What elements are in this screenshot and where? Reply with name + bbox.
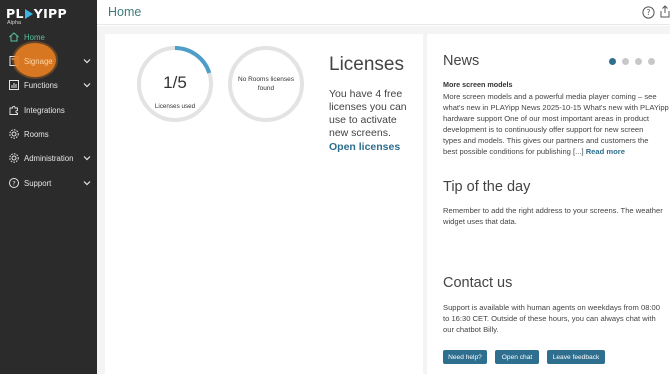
contact-body: Support is available with human agents o…	[443, 302, 670, 335]
carousel-dot[interactable]	[609, 58, 616, 65]
licenses-title: Licenses	[329, 54, 404, 75]
contact-title: Contact us	[443, 275, 513, 291]
page-title: Home	[108, 5, 142, 19]
sidebar-item-home[interactable]: Home	[0, 27, 97, 47]
news-title: News	[443, 53, 480, 69]
sidebar-item-label: Integrations	[24, 106, 65, 115]
news-line-text: best possible conditions for publishing …	[443, 147, 584, 156]
sidebar-item-label: Administration	[24, 154, 74, 163]
licenses-used-gauge: 1/5 Licenses used	[136, 45, 214, 123]
logo-wordmark: PL YIPP	[6, 6, 67, 21]
rooms-licenses-gauge: No Rooms licenses found	[227, 45, 305, 123]
question-icon: ?	[9, 178, 19, 188]
top-header: Home ?	[97, 0, 670, 25]
svg-text:?: ?	[12, 179, 15, 187]
licenses-used-label: Licenses used	[154, 103, 196, 110]
chevron-down-icon	[83, 83, 91, 88]
chevron-down-icon	[83, 181, 91, 186]
info-panel: News More screen models More screen mode…	[427, 34, 670, 374]
news-line: what's new in PLAYipp News 2025-10-15 Wh…	[443, 103, 669, 112]
sidebar-item-label: Support	[24, 179, 52, 188]
play-icon	[24, 9, 33, 19]
news-line: best possible conditions for publishing …	[443, 146, 670, 157]
share-icon[interactable]	[660, 5, 670, 18]
tip-body: Remember to add the right address to you…	[443, 205, 670, 227]
leave-feedback-button[interactable]: Leave feedback	[547, 350, 605, 364]
news-line: types and models. This gives our partner…	[443, 136, 649, 145]
licenses-used-value: 1/5	[163, 73, 187, 92]
sidebar-item-label: Functions	[24, 81, 58, 90]
sidebar-item-rooms[interactable]: Rooms	[0, 124, 97, 144]
sidebar-item-administration[interactable]: Administration	[0, 148, 97, 168]
contact-line: our chatbot Billy.	[443, 325, 499, 334]
open-chat-button[interactable]: Open chat	[495, 350, 539, 364]
chevron-down-icon	[83, 59, 91, 64]
rooms-licenses-label: No Rooms licenses found	[238, 76, 294, 92]
carousel-dot[interactable]	[622, 58, 629, 65]
sidebar-item-integrations[interactable]: Integrations	[0, 100, 97, 120]
sidebar-item-label: Home	[24, 33, 45, 42]
sidebar-item-support[interactable]: ? Support	[0, 173, 97, 193]
home-icon	[9, 32, 19, 42]
puzzle-icon	[9, 105, 18, 115]
sidebar-item-label: Signage	[24, 57, 53, 66]
news-line: hardware support One of our most importa…	[443, 114, 649, 123]
logo-subtitle: Alpha	[7, 20, 22, 26]
licenses-panel: 1/5 Licenses used No Rooms licenses foun…	[105, 34, 423, 374]
help-icon[interactable]: ?	[642, 6, 655, 19]
tip-title: Tip of the day	[443, 179, 531, 195]
news-line: development is to continuously offer sup…	[443, 125, 644, 134]
news-line: More screen models and a powerful media …	[443, 92, 657, 101]
tip-line: widget uses that data.	[443, 217, 517, 226]
news-headline: More screen models	[443, 80, 513, 89]
carousel-dot[interactable]	[635, 58, 642, 65]
read-more-link[interactable]: Read more	[586, 147, 625, 156]
need-help-button[interactable]: Need help?	[443, 350, 487, 364]
dashboard-content: 1/5 Licenses used No Rooms licenses foun…	[97, 26, 670, 374]
carousel-dot[interactable]	[648, 58, 655, 65]
contact-line: to 16:30 CET. Outside of these hours, yo…	[443, 314, 656, 323]
chevron-down-icon	[83, 156, 91, 161]
tip-line: Remember to add the right address to you…	[443, 206, 663, 215]
licenses-description: You have 4 free licenses you can use to …	[329, 88, 407, 139]
sidebar: PL YIPP Alpha Home Functions Integrations…	[0, 0, 97, 374]
sidebar-item-functions[interactable]: Functions	[0, 75, 97, 95]
news-body: More screen models and a powerful media …	[443, 91, 670, 157]
functions-icon	[9, 80, 19, 90]
playipp-logo[interactable]: PL YIPP Alpha	[6, 5, 86, 27]
news-carousel-dots	[609, 58, 655, 65]
sidebar-item-label: Rooms	[24, 130, 49, 139]
gear-icon	[9, 153, 19, 163]
gear-icon	[9, 129, 19, 139]
open-licenses-link[interactable]: Open licenses	[329, 141, 400, 153]
contact-line: Support is available with human agents o…	[443, 303, 660, 312]
svg-text:?: ?	[647, 8, 651, 17]
